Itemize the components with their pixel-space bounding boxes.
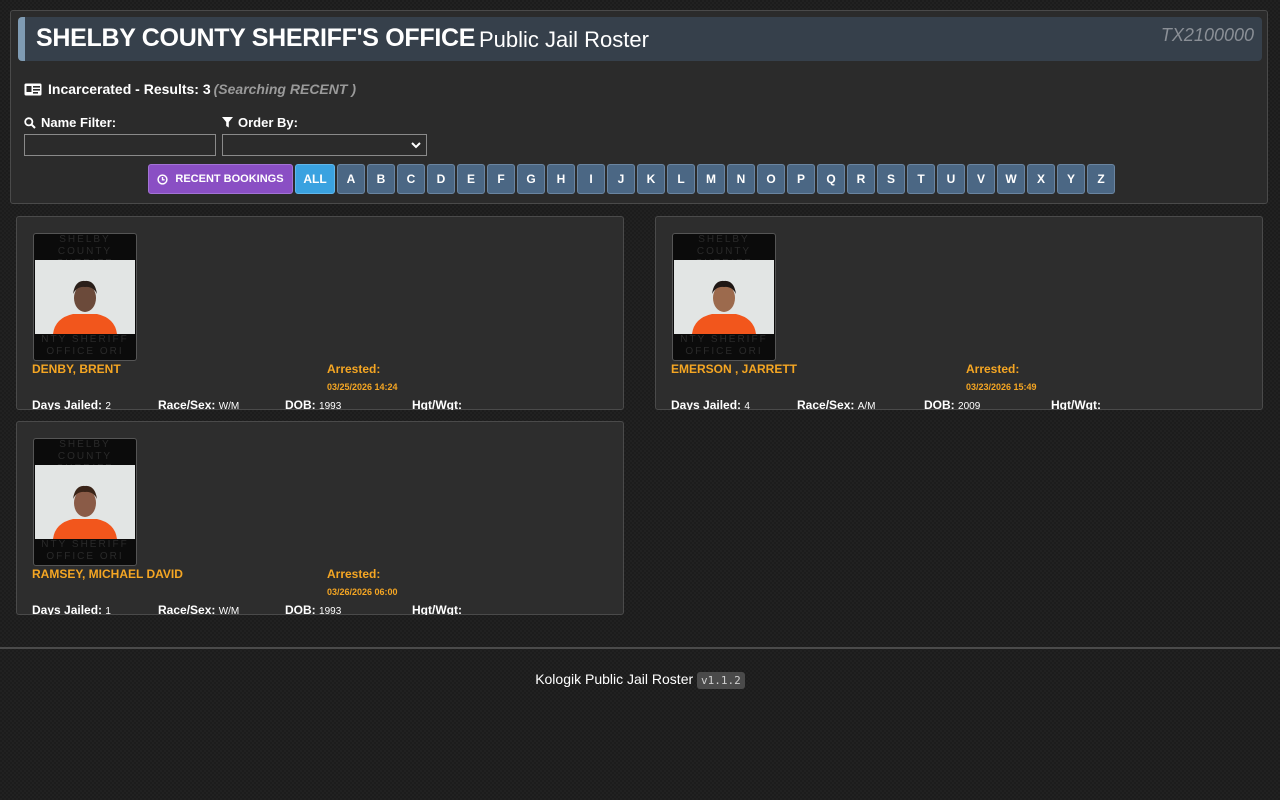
letter-x-button[interactable]: X: [1027, 164, 1055, 194]
inmate-stats: Days Jailed: 1 Race/Sex: W/M DOB: 1993 Hgt/…: [17, 603, 623, 615]
header-bar: SHELBY COUNTY SHERIFF'S OFFICE Public Ja…: [18, 17, 1262, 61]
letter-y-button[interactable]: Y: [1057, 164, 1085, 194]
photo-watermark: SHELBY COUNTY SHERIFF: [696, 234, 752, 260]
mugshot-image: [35, 260, 135, 334]
days-jailed: Days Jailed: 1: [32, 603, 111, 615]
footer-divider: [0, 647, 1280, 649]
chevron-down-icon: [411, 142, 421, 149]
days-jailed: Days Jailed: 2: [32, 398, 111, 410]
mugshot-image: [674, 260, 774, 334]
dob: DOB: 1993: [285, 398, 342, 410]
filter-icon: [222, 117, 233, 128]
letter-a-button[interactable]: A: [337, 164, 365, 194]
inmate-card[interactable]: SHELBY COUNTY SHERIFF NTY SHERIFF OFFICE …: [16, 421, 624, 615]
letter-k-button[interactable]: K: [637, 164, 665, 194]
photo-watermark: NTY SHERIFF OFFICE ORI: [680, 334, 768, 357]
footer: Kologik Public Jail Roster v1.1.2: [0, 671, 1280, 689]
inmate-name[interactable]: DENBY, BRENT: [32, 362, 121, 376]
clock-icon: [157, 173, 169, 185]
arrested-date: 03/25/2026 14:24: [327, 382, 398, 392]
letter-z-button[interactable]: Z: [1087, 164, 1115, 194]
letter-filter-bar: RECENT BOOKINGS ALL ABCDEFGHIJKLMNOPQRST…: [148, 164, 1115, 194]
results-count: Incarcerated - Results: 3: [48, 81, 211, 97]
photo-watermark: NTY SHERIFF OFFICE ORI: [41, 539, 129, 562]
letter-o-button[interactable]: O: [757, 164, 785, 194]
footer-text: Kologik Public Jail Roster: [535, 671, 694, 687]
letter-i-button[interactable]: I: [577, 164, 605, 194]
agency-name: SHELBY COUNTY SHERIFF'S OFFICE: [36, 24, 476, 52]
arrested-date: 03/23/2026 15:49: [966, 382, 1037, 392]
hgt-wgt: Hgt/Wgt:: [412, 398, 462, 410]
letter-w-button[interactable]: W: [997, 164, 1025, 194]
mugshot-photo[interactable]: SHELBY COUNTY SHERIFF NTY SHERIFF OFFICE …: [33, 233, 137, 361]
search-panel: SHELBY COUNTY SHERIFF'S OFFICE Public Ja…: [10, 10, 1268, 204]
letter-r-button[interactable]: R: [847, 164, 875, 194]
letter-all-button[interactable]: ALL: [295, 164, 335, 194]
order-by-label: Order By:: [222, 115, 298, 130]
arrested-label: Arrested:: [966, 362, 1020, 376]
letter-u-button[interactable]: U: [937, 164, 965, 194]
days-jailed: Days Jailed: 4: [671, 398, 750, 410]
version-badge: v1.1.2: [697, 672, 745, 689]
recent-bookings-button[interactable]: RECENT BOOKINGS: [148, 164, 293, 194]
letter-b-button[interactable]: B: [367, 164, 395, 194]
race-sex: Race/Sex: W/M: [158, 398, 240, 410]
letter-s-button[interactable]: S: [877, 164, 905, 194]
inmate-name[interactable]: RAMSEY, MICHAEL DAVID: [32, 567, 183, 581]
page-title: Public Jail Roster: [479, 27, 649, 52]
order-by-select[interactable]: [222, 134, 427, 156]
mugshot-image: [35, 465, 135, 539]
photo-watermark: SHELBY COUNTY SHERIFF: [57, 439, 113, 465]
letter-g-button[interactable]: G: [517, 164, 545, 194]
letter-p-button[interactable]: P: [787, 164, 815, 194]
dob: DOB: 2009: [924, 398, 981, 410]
ori-code: TX2100000: [1160, 25, 1254, 45]
inmate-card[interactable]: SHELBY COUNTY SHERIFF NTY SHERIFF OFFICE …: [655, 216, 1263, 410]
letter-q-button[interactable]: Q: [817, 164, 845, 194]
letter-f-button[interactable]: F: [487, 164, 515, 194]
letter-t-button[interactable]: T: [907, 164, 935, 194]
search-mode: (Searching RECENT ): [213, 81, 356, 97]
letter-l-button[interactable]: L: [667, 164, 695, 194]
race-sex: Race/Sex: W/M: [158, 603, 240, 615]
name-filter-input[interactable]: [24, 134, 216, 156]
arrested-label: Arrested:: [327, 567, 381, 581]
letter-n-button[interactable]: N: [727, 164, 755, 194]
inmate-stats: Days Jailed: 4 Race/Sex: A/M DOB: 2009 Hgt/…: [656, 398, 1262, 410]
race-sex: Race/Sex: A/M: [797, 398, 876, 410]
photo-watermark: NTY SHERIFF OFFICE ORI: [41, 334, 129, 357]
letter-d-button[interactable]: D: [427, 164, 455, 194]
hgt-wgt: Hgt/Wgt:: [412, 603, 462, 615]
letter-j-button[interactable]: J: [607, 164, 635, 194]
letter-c-button[interactable]: C: [397, 164, 425, 194]
name-filter-label: Name Filter:: [24, 115, 116, 130]
hgt-wgt: Hgt/Wgt:: [1051, 398, 1101, 410]
photo-watermark: SHELBY COUNTY SHERIFF: [57, 234, 113, 260]
inmate-stats: Days Jailed: 2 Race/Sex: W/M DOB: 1993 Hgt/…: [17, 398, 623, 410]
dob: DOB: 1993: [285, 603, 342, 615]
letter-v-button[interactable]: V: [967, 164, 995, 194]
inmate-name[interactable]: EMERSON , JARRETT: [671, 362, 797, 376]
mugshot-photo[interactable]: SHELBY COUNTY SHERIFF NTY SHERIFF OFFICE …: [33, 438, 137, 566]
letter-m-button[interactable]: M: [697, 164, 725, 194]
search-icon: [24, 116, 36, 129]
arrested-label: Arrested:: [327, 362, 381, 376]
inmate-card[interactable]: SHELBY COUNTY SHERIFF NTY SHERIFF OFFICE …: [16, 216, 624, 410]
letter-h-button[interactable]: H: [547, 164, 575, 194]
mugshot-photo[interactable]: SHELBY COUNTY SHERIFF NTY SHERIFF OFFICE …: [672, 233, 776, 361]
id-card-icon: [24, 83, 42, 95]
results-summary: Incarcerated - Results: 3 (Searching REC…: [24, 81, 356, 97]
arrested-date: 03/26/2026 06:00: [327, 587, 398, 597]
letter-e-button[interactable]: E: [457, 164, 485, 194]
